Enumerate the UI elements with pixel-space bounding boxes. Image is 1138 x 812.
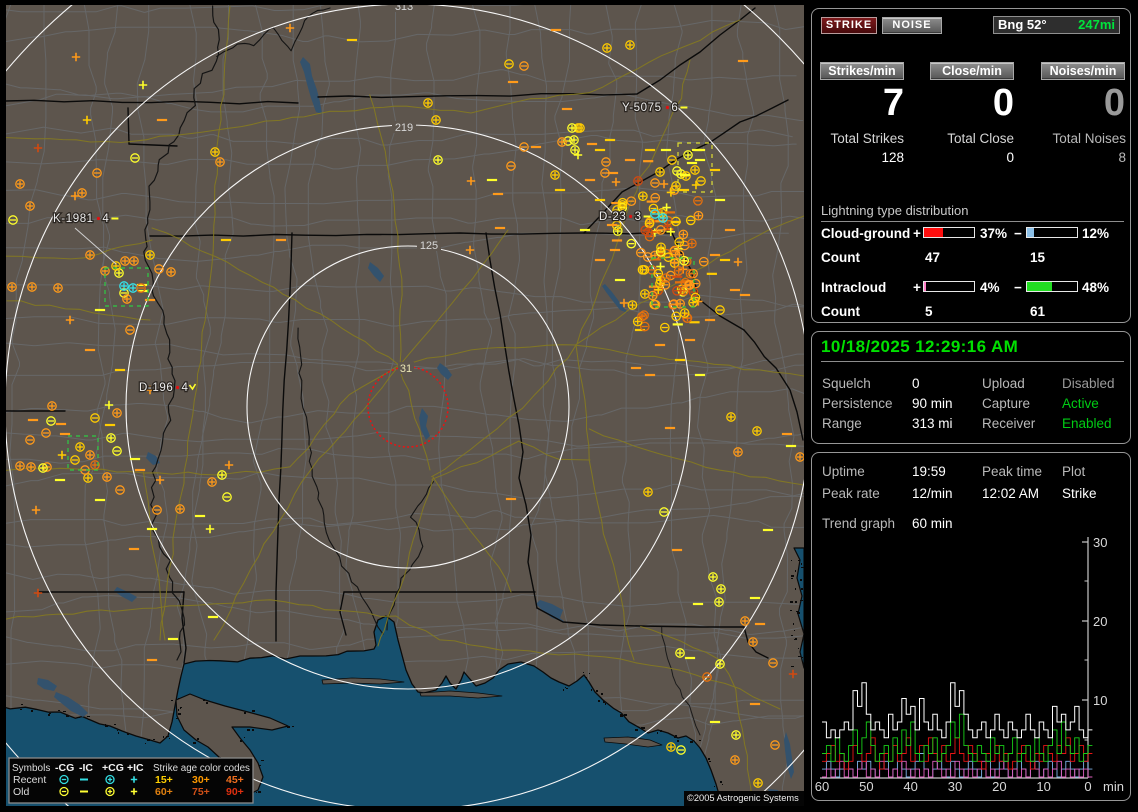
svg-text:90+: 90+ xyxy=(226,786,244,798)
svg-text:Strike age color codes: Strike age color codes xyxy=(153,763,250,774)
svg-text:60+: 60+ xyxy=(155,786,173,798)
svg-text:219: 219 xyxy=(395,122,413,134)
svg-text:K-1981: K-1981 xyxy=(53,213,94,225)
svg-text:Old: Old xyxy=(13,786,30,798)
svg-text:75+: 75+ xyxy=(192,786,210,798)
svg-text:45+: 45+ xyxy=(226,774,244,786)
svg-text:6: 6 xyxy=(671,102,677,114)
svg-text:Recent: Recent xyxy=(13,774,46,786)
svg-text:313: 313 xyxy=(395,1,413,13)
svg-text:©2005 Astrogenic Systems: ©2005 Astrogenic Systems xyxy=(687,793,799,803)
svg-text:30+: 30+ xyxy=(192,774,210,786)
svg-text:4: 4 xyxy=(102,213,109,225)
svg-text:+IC: +IC xyxy=(127,762,144,774)
svg-text:3: 3 xyxy=(635,211,641,223)
svg-text:-CG: -CG xyxy=(55,762,74,774)
svg-text:Y-5075: Y-5075 xyxy=(622,102,662,114)
svg-text:Symbols: Symbols xyxy=(12,763,50,774)
svg-text:31: 31 xyxy=(400,363,412,375)
svg-text:-IC: -IC xyxy=(79,762,93,774)
svg-text:D-23: D-23 xyxy=(599,211,626,223)
svg-text:+CG: +CG xyxy=(102,762,124,774)
svg-text:4: 4 xyxy=(182,382,189,394)
svg-text:D-196: D-196 xyxy=(139,382,173,394)
svg-text:15+: 15+ xyxy=(155,774,173,786)
svg-text:125: 125 xyxy=(420,240,438,252)
